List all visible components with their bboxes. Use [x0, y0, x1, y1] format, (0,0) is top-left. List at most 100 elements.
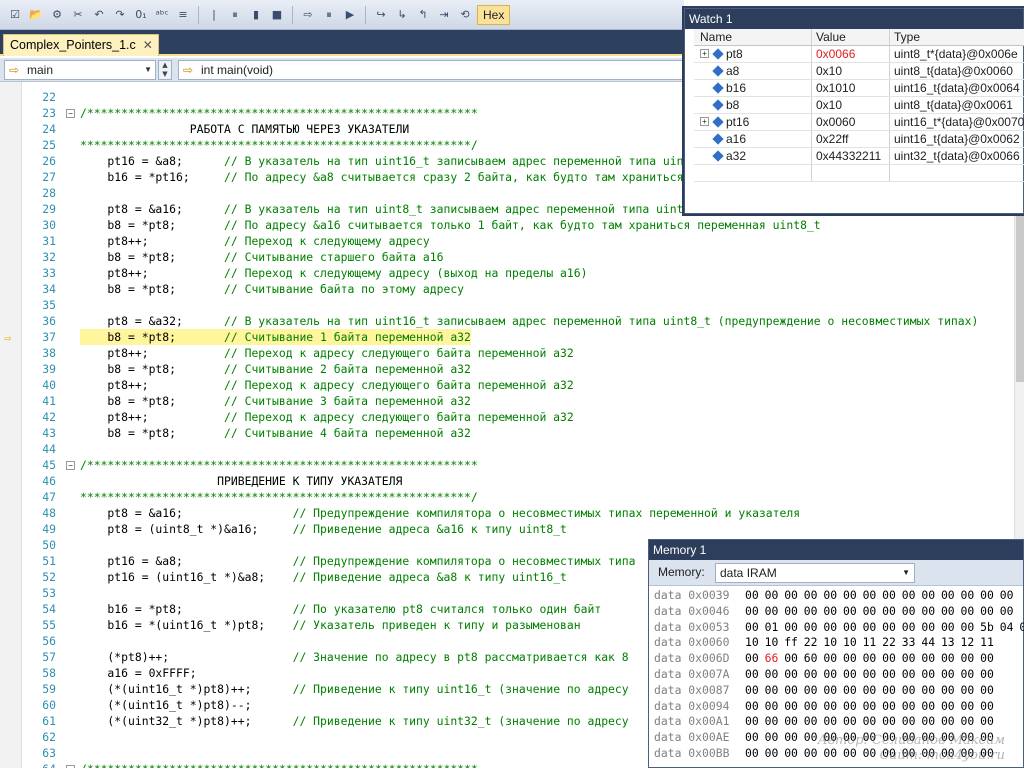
type-icon[interactable]: 0₁: [132, 6, 150, 24]
memory-byte[interactable]: 00: [902, 699, 922, 715]
memory-byte[interactable]: 00: [882, 699, 902, 715]
memory-byte[interactable]: 00: [765, 714, 785, 730]
memory-byte[interactable]: 00: [941, 651, 961, 667]
memory-byte[interactable]: 00: [784, 620, 804, 636]
memory-byte[interactable]: 00: [745, 651, 765, 667]
memory-byte[interactable]: 00: [823, 699, 843, 715]
memory-row[interactable]: data 0x0039 00 00 00 00 00 00 00 00 00 00 00 00 00 00: [649, 588, 1024, 604]
code-line[interactable]: 34 b8 = *pt8; // Считывание байта по это…: [0, 281, 1014, 297]
memory-byte[interactable]: 00: [921, 604, 941, 620]
memory-row[interactable]: data 0x007A 00 00 00 00 00 00 00 00 00 00 00 00 00: [649, 667, 1024, 683]
code-line[interactable]: 47 **************************************…: [0, 489, 1014, 505]
format-icon[interactable]: ≡: [174, 6, 192, 24]
function-dropdown[interactable]: ⇨ int main(void): [178, 60, 684, 80]
memory-byte[interactable]: 00: [941, 714, 961, 730]
memory-byte[interactable]: 00: [823, 651, 843, 667]
run-to-cursor-icon[interactable]: ⇥: [435, 6, 453, 24]
memory-byte[interactable]: 00: [921, 588, 941, 604]
memory-byte[interactable]: 44: [921, 635, 941, 651]
memory-byte[interactable]: 00: [902, 683, 922, 699]
memory-byte[interactable]: 00: [804, 683, 824, 699]
memory-byte[interactable]: 00: [863, 651, 883, 667]
memory-byte[interactable]: 00: [961, 588, 981, 604]
column-header-value[interactable]: Value: [812, 29, 890, 45]
close-icon[interactable]: ✕: [143, 35, 153, 56]
memory-byte[interactable]: 00: [804, 620, 824, 636]
memory-byte[interactable]: 00: [843, 588, 863, 604]
memory-byte[interactable]: 00: [784, 667, 804, 683]
memory-byte[interactable]: 00: [863, 620, 883, 636]
memory-byte[interactable]: 00: [745, 588, 765, 604]
memory-byte[interactable]: 10: [823, 635, 843, 651]
memory-byte[interactable]: 00: [921, 620, 941, 636]
memory-row[interactable]: data 0x0053 00 01 00 00 00 00 00 00 00 00 00 00 5b 04 0…: [649, 620, 1024, 636]
memory-byte[interactable]: 00: [882, 667, 902, 683]
memory-byte[interactable]: 00: [961, 714, 981, 730]
memory-byte[interactable]: 00: [902, 604, 922, 620]
code-line[interactable]: 41 b8 = *pt8; // Считывание 3 байта пере…: [0, 393, 1014, 409]
memory-byte[interactable]: 00: [784, 588, 804, 604]
memory-byte[interactable]: 00: [980, 699, 1000, 715]
code-line[interactable]: 49 pt8 = (uint8_t *)&a16; // Приведение …: [0, 521, 1014, 537]
memory-byte[interactable]: 00: [843, 651, 863, 667]
code-line[interactable]: 38 pt8++; // Переход к адресу следующего…: [0, 345, 1014, 361]
memory-byte[interactable]: 00: [784, 714, 804, 730]
fold-toggle-icon[interactable]: −: [66, 461, 75, 470]
memory-byte[interactable]: 00: [784, 699, 804, 715]
step-over-icon[interactable]: ↪: [372, 6, 390, 24]
memory-byte[interactable]: 00: [1000, 604, 1020, 620]
step-out-icon[interactable]: ↰: [414, 6, 432, 24]
memory-byte[interactable]: 11: [980, 635, 1000, 651]
memory-byte[interactable]: 00: [902, 714, 922, 730]
code-line[interactable]: 33 pt8++; // Переход к следующему адресу…: [0, 265, 1014, 281]
memory-byte[interactable]: 13: [941, 635, 961, 651]
memory-byte[interactable]: 04: [1000, 620, 1020, 636]
memory-byte[interactable]: 00: [980, 651, 1000, 667]
memory-byte[interactable]: 00: [961, 699, 981, 715]
watch-row[interactable]: a16 0x22ff uint16_t{data}@0x0062: [694, 131, 1024, 148]
memory-byte[interactable]: 22: [882, 635, 902, 651]
memory-byte[interactable]: 00: [745, 699, 765, 715]
memory-byte[interactable]: 00: [980, 714, 1000, 730]
memory-byte[interactable]: 00: [765, 746, 785, 762]
memory-byte[interactable]: 00: [1000, 588, 1020, 604]
memory-byte[interactable]: 00: [961, 667, 981, 683]
split-spinner[interactable]: ▲ ▼: [158, 60, 172, 80]
memory-byte[interactable]: 00: [765, 683, 785, 699]
memory-byte[interactable]: 00: [961, 683, 981, 699]
column-header-name[interactable]: Name: [694, 29, 812, 45]
memory-byte[interactable]: 22: [804, 635, 824, 651]
memory-byte[interactable]: 00: [961, 651, 981, 667]
step-icon[interactable]: |: [205, 6, 223, 24]
memory-byte[interactable]: 00: [863, 604, 883, 620]
memory-byte[interactable]: 01: [765, 620, 785, 636]
memory-byte[interactable]: 00: [745, 604, 765, 620]
memory-byte[interactable]: 00: [882, 604, 902, 620]
watch-row[interactable]: a32 0x44332211 uint32_t{data}@0x0066: [694, 148, 1024, 165]
watch-value-cell[interactable]: 0x0066: [812, 46, 890, 62]
memory-byte[interactable]: 00: [921, 683, 941, 699]
code-line[interactable]: 42 pt8++; // Переход к адресу следующего…: [0, 409, 1014, 425]
memory-byte[interactable]: 00: [921, 714, 941, 730]
watch-value-cell[interactable]: 0x10: [812, 97, 890, 113]
memory-byte[interactable]: 66: [765, 651, 785, 667]
memory-byte[interactable]: 00: [941, 620, 961, 636]
memory-row[interactable]: data 0x0060 10 10 ff 22 10 10 11 22 33 44 13 12 11: [649, 635, 1024, 651]
memory-byte[interactable]: 00: [863, 699, 883, 715]
memory-byte[interactable]: 00: [804, 588, 824, 604]
memory-byte[interactable]: 00: [804, 699, 824, 715]
memory-byte[interactable]: 00: [941, 588, 961, 604]
memory-byte[interactable]: 00: [843, 620, 863, 636]
pause-icon[interactable]: ⏸: [226, 6, 244, 24]
code-line[interactable]: 46 ПРИВЕДЕНИЕ К ТИПУ УКАЗАТЕЛЯ: [0, 473, 1014, 489]
memory-byte[interactable]: 11: [863, 635, 883, 651]
memory-byte[interactable]: 00: [745, 683, 765, 699]
memory-byte[interactable]: 00: [961, 620, 981, 636]
memory-byte[interactable]: 00: [902, 667, 922, 683]
watch-row[interactable]: a8 0x10 uint8_t{data}@0x0060: [694, 63, 1024, 80]
undo-icon[interactable]: ↶: [90, 6, 108, 24]
memory-row[interactable]: data 0x006D 00 66 00 60 00 00 00 00 00 00 00 00 00: [649, 651, 1024, 667]
watch-row[interactable]: b8 0x10 uint8_t{data}@0x0061: [694, 97, 1024, 114]
code-line[interactable]: 37 ⇨ b8 = *pt8; // Считывание 1 байта пер…: [0, 329, 1014, 345]
code-line[interactable]: 48 pt8 = &a16; // Предупреждение компиля…: [0, 505, 1014, 521]
